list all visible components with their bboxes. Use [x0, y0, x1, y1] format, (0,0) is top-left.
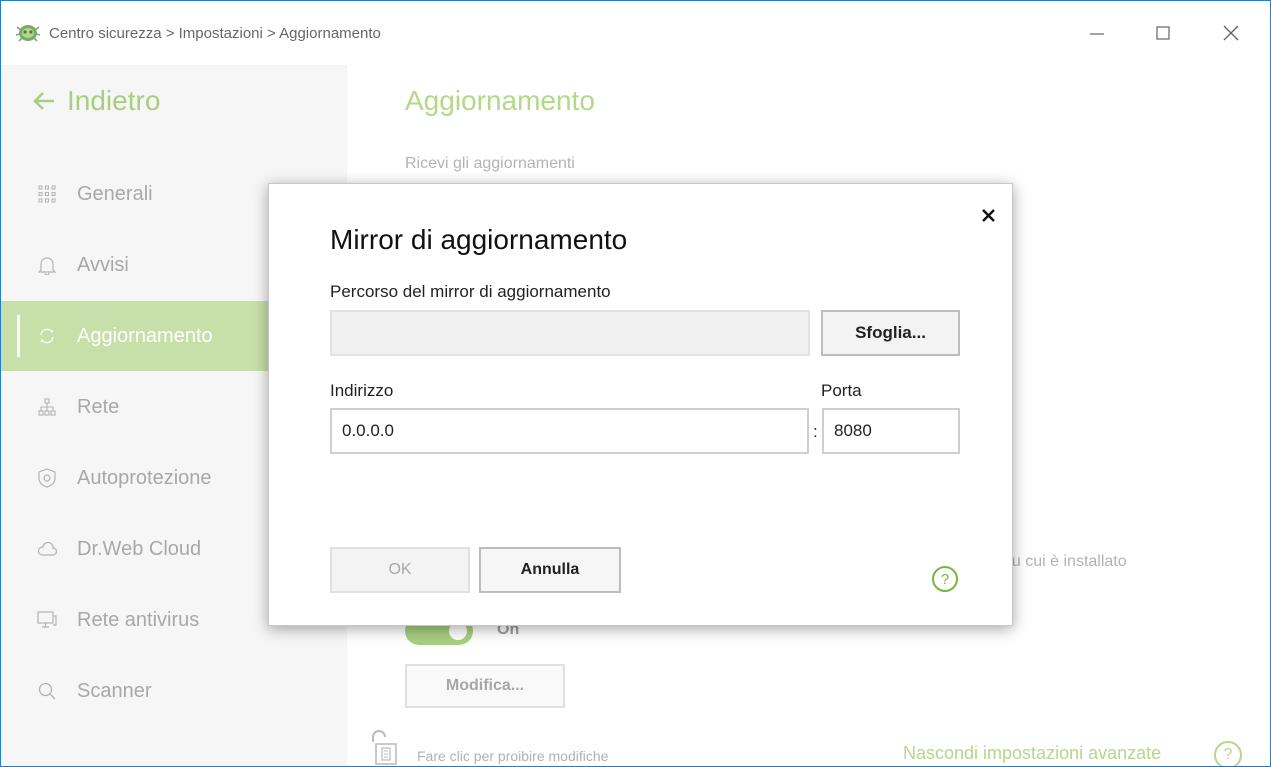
dialog-help-icon[interactable]: ?: [932, 566, 958, 592]
dialog-close-button[interactable]: [973, 200, 1003, 230]
ok-button[interactable]: OK: [330, 547, 470, 593]
port-input[interactable]: 8080: [822, 408, 960, 454]
browse-button[interactable]: Sfoglia...: [821, 310, 960, 356]
mirror-path-input[interactable]: [330, 310, 810, 356]
cancel-button[interactable]: Annulla: [479, 547, 621, 593]
address-port-separator: :: [813, 422, 818, 441]
dialog-title: Mirror di aggiornamento: [330, 224, 628, 255]
close-icon: [981, 208, 995, 222]
address-input[interactable]: 0.0.0.0: [330, 408, 809, 454]
port-label: Porta: [821, 381, 862, 400]
mirror-dialog: Mirror di aggiornamento Percorso del mir…: [268, 183, 1013, 626]
mirror-path-label: Percorso del mirror di aggiornamento: [330, 282, 611, 301]
app-window: Centro sicurezza > Impostazioni > Aggior…: [0, 0, 1271, 767]
address-label: Indirizzo: [330, 381, 394, 400]
